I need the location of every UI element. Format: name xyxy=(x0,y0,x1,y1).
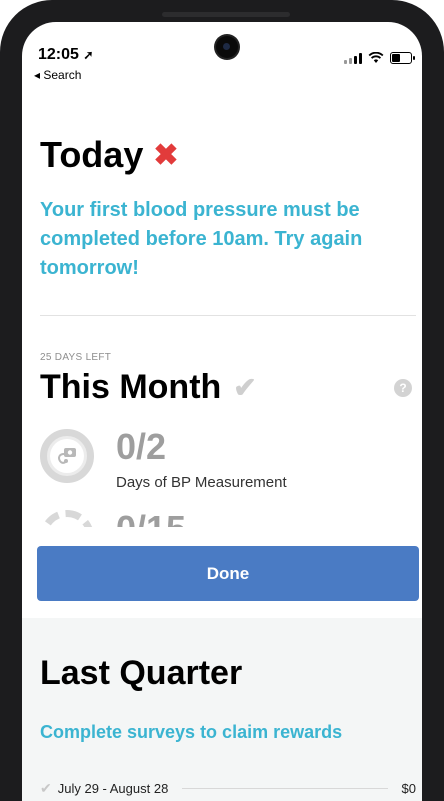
front-camera xyxy=(216,36,238,58)
done-button[interactable]: Done xyxy=(37,546,419,601)
x-icon: ✖ xyxy=(153,138,179,172)
last-quarter-subtitle[interactable]: Complete surveys to claim rewards xyxy=(40,722,342,743)
period-amount: $0 xyxy=(401,781,416,796)
period-range: July 29 - August 28 xyxy=(57,781,169,796)
status-icons xyxy=(344,52,415,64)
check-icon: ✔ xyxy=(233,372,257,403)
bp-cuff-icon xyxy=(58,448,76,464)
app-screen: 12:05 ➚ ◂ Search Today ✖ Your first bloo… xyxy=(22,22,422,801)
row-leader-line xyxy=(182,788,388,789)
bp-progress-label: Days of BP Measurement xyxy=(116,474,287,491)
today-heading: Today ✖ xyxy=(40,134,179,175)
bp-progress-ring xyxy=(40,429,94,483)
divider xyxy=(40,315,416,316)
wifi-icon xyxy=(368,52,384,63)
bp-progress-value: 0/2 xyxy=(116,426,167,467)
signal-icon xyxy=(344,52,362,64)
speaker-grille xyxy=(162,12,290,17)
status-time: 12:05 ➚ xyxy=(38,46,94,63)
location-arrow-icon: ➚ xyxy=(83,48,94,62)
back-to-search-link[interactable]: ◂ Search xyxy=(34,68,81,82)
scroll-clip xyxy=(22,527,422,547)
this-month-heading: This Month ✔ xyxy=(40,368,257,406)
today-message: Your first blood pressure must be comple… xyxy=(40,199,363,279)
last-quarter-heading: Last Quarter xyxy=(40,654,243,692)
days-left-label: 25 DAYS LEFT xyxy=(40,352,112,363)
last-quarter-section xyxy=(22,618,422,801)
reward-period-row[interactable]: ✔ July 29 - August 28 $0 xyxy=(40,780,416,797)
check-icon: ✔ xyxy=(40,780,52,796)
phone-frame: 12:05 ➚ ◂ Search Today ✖ Your first bloo… xyxy=(0,0,444,801)
battery-icon xyxy=(390,52,415,64)
help-icon[interactable]: ? xyxy=(394,379,412,397)
